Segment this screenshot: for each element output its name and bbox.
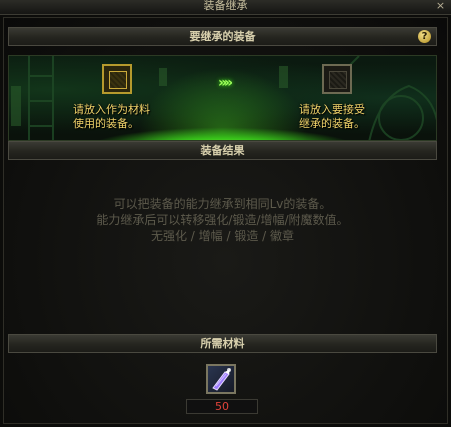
- transfer-arrows-icon: »»: [218, 75, 233, 91]
- required-material-slot[interactable]: [206, 364, 236, 394]
- material-equipment-slot[interactable]: [102, 64, 132, 94]
- materials-section-header: 所需材料: [8, 334, 437, 353]
- material-slot-hint-line1: 请放入作为材料: [73, 103, 150, 116]
- material-slot-hint: 请放入作为材料 使用的装备。: [73, 103, 150, 131]
- result-description-line3: 无强化 / 增幅 / 锻造 / 徽章: [150, 229, 295, 243]
- crystal-material-icon: [212, 368, 231, 391]
- result-description-line2: 能力继承后可以转移强化/锻造/增幅/附魔数值。: [96, 213, 349, 227]
- close-button[interactable]: ×: [434, 0, 447, 12]
- material-slot-placeholder: [109, 71, 127, 89]
- result-section-header: 装备结果: [8, 141, 437, 160]
- equipment-slot-panel: »» 请放入作为材料 使用的装备。 请放入要接受 继承的装备。: [8, 55, 437, 141]
- target-slot-hint-line2: 继承的装备。: [299, 117, 365, 130]
- inherit-section-title: 要继承的装备: [189, 30, 256, 43]
- result-description-line1: 可以把装备的能力继承到相同Lv的装备。: [113, 197, 332, 211]
- material-slot-hint-line2: 使用的装备。: [73, 117, 139, 130]
- result-description: 可以把装备的能力继承到相同Lv的装备。 能力继承后可以转移强化/锻造/增幅/附魔…: [8, 196, 437, 244]
- window-title: 装备继承: [203, 0, 248, 12]
- materials-section-title: 所需材料: [200, 337, 245, 350]
- material-quantity: 50: [186, 399, 258, 414]
- window-titlebar: 装备继承 ×: [0, 0, 451, 15]
- help-icon[interactable]: ?: [418, 30, 431, 43]
- target-slot-hint: 请放入要接受 继承的装备。: [299, 103, 365, 131]
- target-slot-placeholder: [329, 71, 347, 89]
- inherit-section-header: 要继承的装备 ?: [8, 27, 437, 46]
- target-equipment-slot[interactable]: [322, 64, 352, 94]
- result-section-title: 装备结果: [200, 144, 245, 157]
- target-slot-hint-line1: 请放入要接受: [299, 103, 365, 116]
